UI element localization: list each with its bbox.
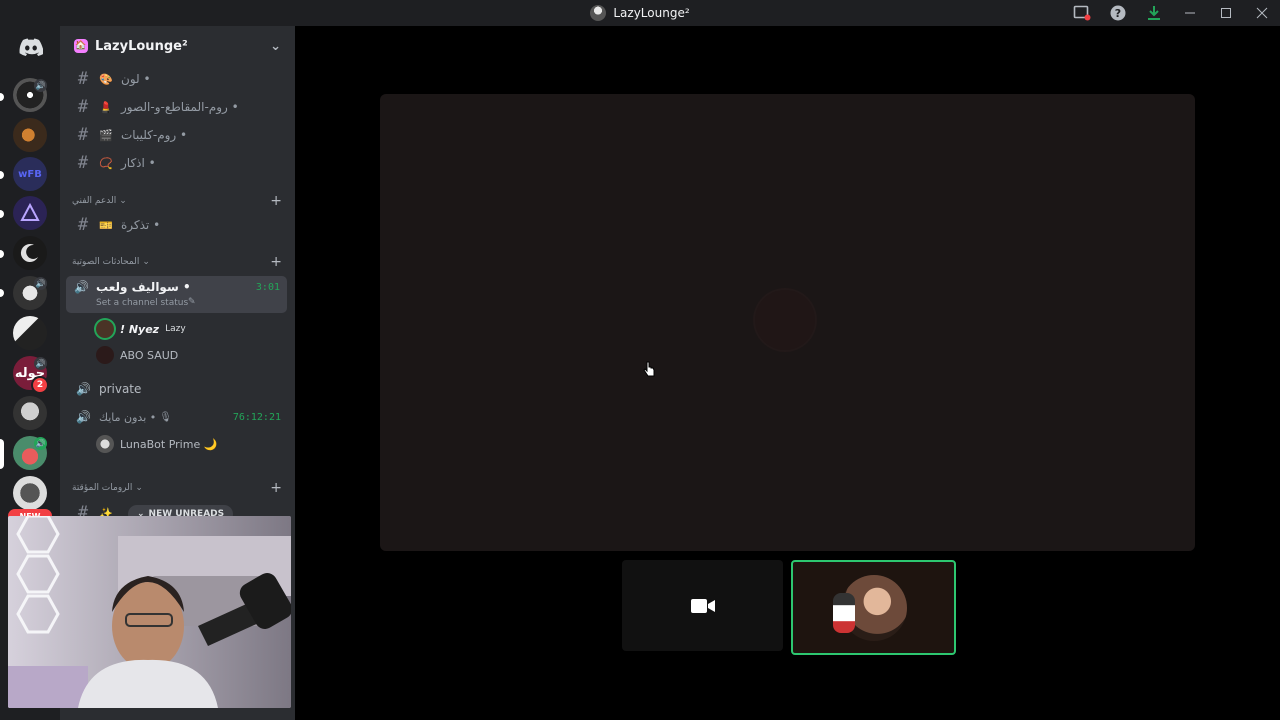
unread-pill bbox=[0, 93, 4, 101]
user-name: ABO SAUD bbox=[120, 348, 179, 362]
server-header[interactable]: 🏠 LazyLounge² ⌄ bbox=[60, 26, 295, 66]
user-video-tile[interactable] bbox=[791, 560, 956, 655]
video-camera-icon bbox=[690, 598, 715, 613]
add-channel-icon[interactable]: + bbox=[270, 480, 282, 496]
user-tag: Lazy bbox=[165, 324, 186, 334]
close-icon[interactable] bbox=[1244, 0, 1280, 26]
channel-name: روم-كليبات • bbox=[121, 128, 188, 142]
add-channel-icon[interactable]: + bbox=[270, 254, 282, 270]
volume-icon: 🔊 bbox=[34, 357, 47, 370]
avatar bbox=[755, 290, 815, 350]
hashtag-icon: # bbox=[77, 125, 89, 145]
unread-pill bbox=[0, 250, 4, 258]
voice-channel-private[interactable]: 🔊 private bbox=[68, 376, 288, 402]
category-voice[interactable]: المحادثات الصوتية ⌄ + bbox=[72, 253, 282, 271]
server-icon-9[interactable] bbox=[13, 396, 47, 430]
webcam-overlay bbox=[8, 516, 291, 708]
avatar bbox=[96, 320, 114, 338]
volume-icon: 🔊 bbox=[34, 79, 47, 92]
server-home-icon: 🏠 bbox=[74, 39, 88, 53]
chevron-down-icon: ⌄ bbox=[270, 38, 281, 54]
channel-name: روم-المقاطع-و-الصور • bbox=[121, 100, 239, 114]
screen-share-icon[interactable] bbox=[1064, 0, 1100, 26]
mascot-sticker bbox=[832, 592, 855, 633]
speaker-icon: 🔊 bbox=[74, 280, 89, 294]
category-label: المحادثات الصوتية bbox=[72, 257, 140, 267]
clapper-icon: 🎬 bbox=[99, 128, 113, 142]
lipstick-icon: 💄 bbox=[99, 100, 113, 114]
hand-cursor-icon bbox=[643, 361, 655, 377]
help-icon[interactable]: ? bbox=[1100, 0, 1136, 26]
channel-name: private bbox=[98, 382, 142, 396]
download-icon[interactable] bbox=[1136, 0, 1172, 26]
window-title-text: LazyLounge² bbox=[613, 6, 690, 20]
category-support[interactable]: الدعم الفني ⌄ + bbox=[72, 192, 282, 210]
channel-name: لون • bbox=[121, 72, 151, 86]
server-icon-4[interactable] bbox=[13, 196, 47, 230]
add-channel-icon[interactable]: + bbox=[270, 193, 282, 209]
channel-name: تذكرة • bbox=[121, 218, 161, 232]
camera-tile[interactable] bbox=[622, 560, 783, 651]
voice-user[interactable]: ! Nyez Lazy bbox=[96, 318, 186, 340]
chevron-down-icon: ⌄ bbox=[135, 483, 143, 493]
channel-item[interactable]: # 💄 روم-المقاطع-و-الصور • bbox=[68, 94, 288, 120]
mic-icon: 🎙 bbox=[159, 411, 172, 423]
category-label: الرومات المؤقتة bbox=[72, 483, 133, 493]
user-name: ! Nyez bbox=[120, 322, 160, 336]
voice-user[interactable]: ABO SAUD bbox=[96, 344, 178, 366]
chevron-down-icon: ⌄ bbox=[142, 257, 150, 267]
voice-channel-active[interactable]: 🔊 سواليف ولعب • 3:01 Set a channel statu… bbox=[66, 276, 287, 313]
hashtag-icon: # bbox=[77, 97, 89, 117]
avatar bbox=[96, 346, 114, 364]
voice-channel-timer: 3:01 bbox=[255, 282, 280, 293]
hashtag-icon: # bbox=[77, 215, 89, 235]
voice-channel-name: سواليف ولعب • bbox=[96, 280, 191, 294]
channel-name: اذكار • bbox=[121, 156, 156, 170]
palette-icon: 🎨 bbox=[99, 72, 113, 86]
maximize-icon[interactable] bbox=[1208, 0, 1244, 26]
unread-pill bbox=[0, 171, 4, 179]
avatar bbox=[832, 574, 907, 641]
unread-pill bbox=[0, 289, 4, 297]
locked-speaker-icon: 🔊 bbox=[76, 382, 91, 396]
channel-item[interactable]: # 🎬 روم-كليبات • bbox=[68, 122, 288, 148]
voice-channel-timer: 76:12:21 bbox=[232, 411, 281, 423]
svg-text:?: ? bbox=[1115, 7, 1121, 20]
server-icon-5[interactable] bbox=[13, 236, 47, 270]
ticket-icon: 🎫 bbox=[99, 218, 113, 232]
volume-icon: 🔊 bbox=[34, 277, 47, 290]
avatar bbox=[96, 435, 114, 453]
unread-pill bbox=[0, 210, 4, 218]
speaker-icon: 🔊 bbox=[76, 410, 91, 424]
server-avatar bbox=[590, 5, 607, 21]
title-bar: LazyLounge² ? bbox=[0, 0, 1280, 26]
channel-item[interactable]: # 📿 اذكار • bbox=[68, 150, 288, 176]
category-label: الدعم الفني bbox=[72, 196, 117, 206]
server-name: LazyLounge² bbox=[95, 38, 188, 54]
channel-name: بدون مايك • bbox=[98, 410, 157, 424]
mention-badge: 2 bbox=[31, 376, 49, 394]
server-icon-2[interactable] bbox=[13, 118, 47, 152]
selected-pill bbox=[0, 439, 4, 469]
category-temp[interactable]: الرومات المؤقتة ⌄ + bbox=[72, 479, 282, 497]
beads-icon: 📿 bbox=[99, 156, 113, 170]
voice-channel-nomic[interactable]: 🔊 بدون مايك • 🎙 76:12:21 bbox=[68, 404, 288, 430]
minimize-icon[interactable] bbox=[1172, 0, 1208, 26]
voice-user[interactable]: LunaBot Prime 🌙 bbox=[96, 433, 217, 455]
server-icon-7[interactable] bbox=[13, 316, 47, 350]
main-video-tile[interactable] bbox=[380, 94, 1195, 551]
channel-item[interactable]: # 🎨 لون • bbox=[68, 66, 288, 92]
server-icon-wfb[interactable]: wFB bbox=[13, 157, 47, 191]
volume-icon: 🔊 bbox=[34, 437, 47, 450]
server-icon-11[interactable] bbox=[13, 476, 47, 510]
user-name: LunaBot Prime 🌙 bbox=[120, 437, 218, 451]
channel-status[interactable]: Set a channel status bbox=[96, 298, 188, 308]
hashtag-icon: # bbox=[77, 153, 89, 173]
voice-stage bbox=[296, 26, 1280, 720]
pencil-icon[interactable]: ✎ bbox=[188, 297, 196, 307]
discord-home-icon[interactable] bbox=[15, 34, 47, 60]
hashtag-icon: # bbox=[77, 69, 89, 89]
channel-item[interactable]: # 🎫 تذكرة • bbox=[68, 212, 288, 238]
chevron-down-icon: ⌄ bbox=[119, 196, 127, 206]
